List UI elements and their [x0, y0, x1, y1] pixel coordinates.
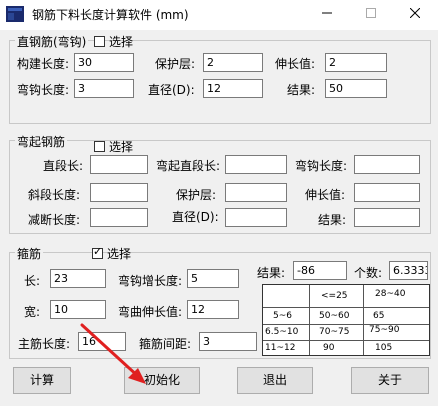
app-window: 钢筋下料长度计算软件 (mm) 直钢筋(弯钩) 选择 构建长度: 30 保护层:…: [0, 0, 438, 406]
annotation-arrow-icon: [80, 323, 146, 384]
